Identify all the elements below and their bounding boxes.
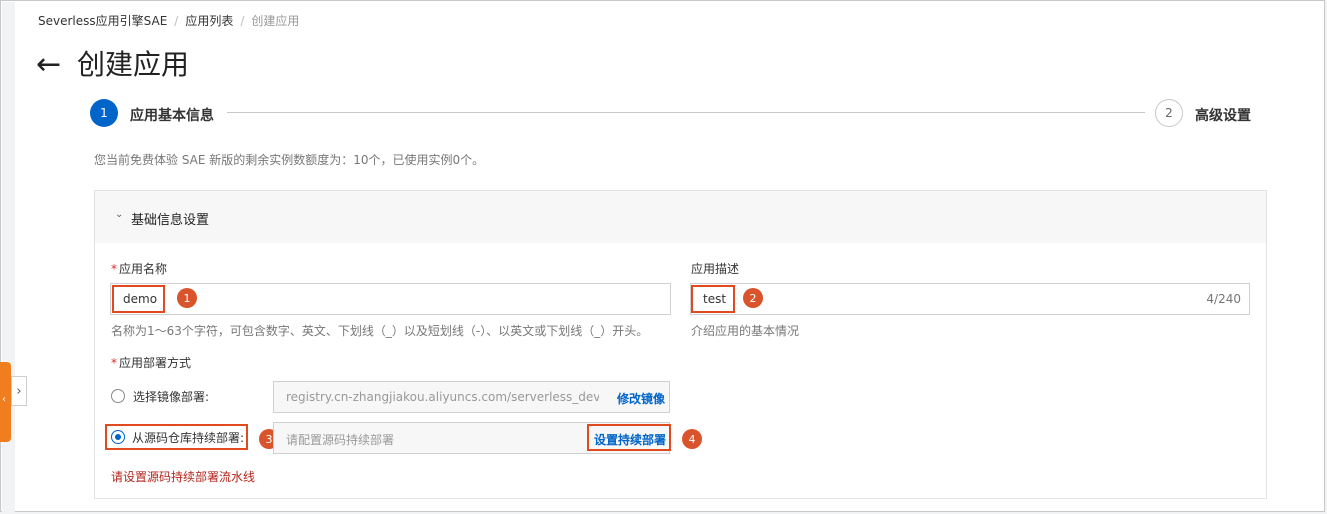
breadcrumb-item-app-list[interactable]: 应用列表 [185, 14, 233, 28]
section-header[interactable]: ⌄ 基础信息设置 [95, 191, 1266, 243]
app-desc-input[interactable]: test 4/240 [690, 283, 1250, 315]
step-1-label: 应用基本信息 [130, 108, 214, 124]
chevron-down-icon: ⌄ [115, 209, 124, 220]
expand-sidebar-button[interactable]: › [11, 376, 27, 406]
chevron-left-icon: ‹ [2, 394, 6, 405]
annotation-badge-4: 4 [682, 429, 702, 449]
highlight-box-4 [587, 424, 671, 451]
quota-notice: 您当前免费体验 SAE 新版的剩余实例数额度为：10个，已使用实例0个。 [94, 153, 485, 167]
image-deploy-label[interactable]: 选择镜像部署: [133, 388, 209, 405]
highlight-box-2 [691, 285, 735, 313]
repo-deploy-error: 请设置源码持续部署流水线 [111, 470, 256, 484]
image-address-value: registry.cn-zhangjiakou.aliyuncs.com/ser… [286, 390, 599, 404]
breadcrumb-item-current: 创建应用 [251, 14, 300, 28]
image-address-input: registry.cn-zhangjiakou.aliyuncs.com/ser… [273, 381, 670, 413]
annotation-badge-2: 2 [743, 288, 763, 308]
section-title: 基础信息设置 [131, 213, 210, 228]
step-connector [227, 112, 1145, 113]
app-name-label: * 应用名称 [111, 262, 168, 276]
arrow-left-icon[interactable]: ← [36, 47, 61, 83]
basic-info-panel: ⌄ 基础信息设置 [94, 190, 1267, 499]
chevron-right-icon: › [16, 383, 22, 399]
breadcrumb-item-sae[interactable]: Severless应用引擎SAE [38, 14, 167, 28]
app-desc-label: 应用描述 [691, 262, 740, 276]
highlight-box-1 [112, 285, 165, 313]
page-title: 创建应用 [77, 48, 190, 81]
repo-deploy-placeholder: 请配置源码持续部署 [286, 433, 395, 447]
step-1-indicator: 1 [90, 99, 118, 127]
side-panel-tab[interactable]: ‹ [0, 362, 11, 442]
app-window: Severless应用引擎SAE / 应用列表 / 创建应用 ← 创建应用 1 应用基本… [0, 0, 1325, 512]
radio-image-deploy[interactable] [111, 389, 125, 403]
change-image-button[interactable]: 修改镜像 [617, 390, 665, 407]
app-desc-help: 介绍应用的基本情况 [691, 324, 800, 338]
step-2-label: 高级设置 [1195, 108, 1251, 124]
deploy-method-label: * 应用部署方式 [111, 356, 192, 370]
annotation-badge-1: 1 [177, 288, 197, 308]
highlight-box-3 [105, 424, 248, 450]
char-counter: 4/240 [1206, 292, 1241, 306]
app-name-help: 名称为1～63个字符，可包含数字、英文、下划线（_）以及短划线（-）、以英文或下… [111, 324, 649, 338]
step-2-indicator: 2 [1155, 99, 1183, 127]
breadcrumb: Severless应用引擎SAE / 应用列表 / 创建应用 [38, 14, 300, 28]
